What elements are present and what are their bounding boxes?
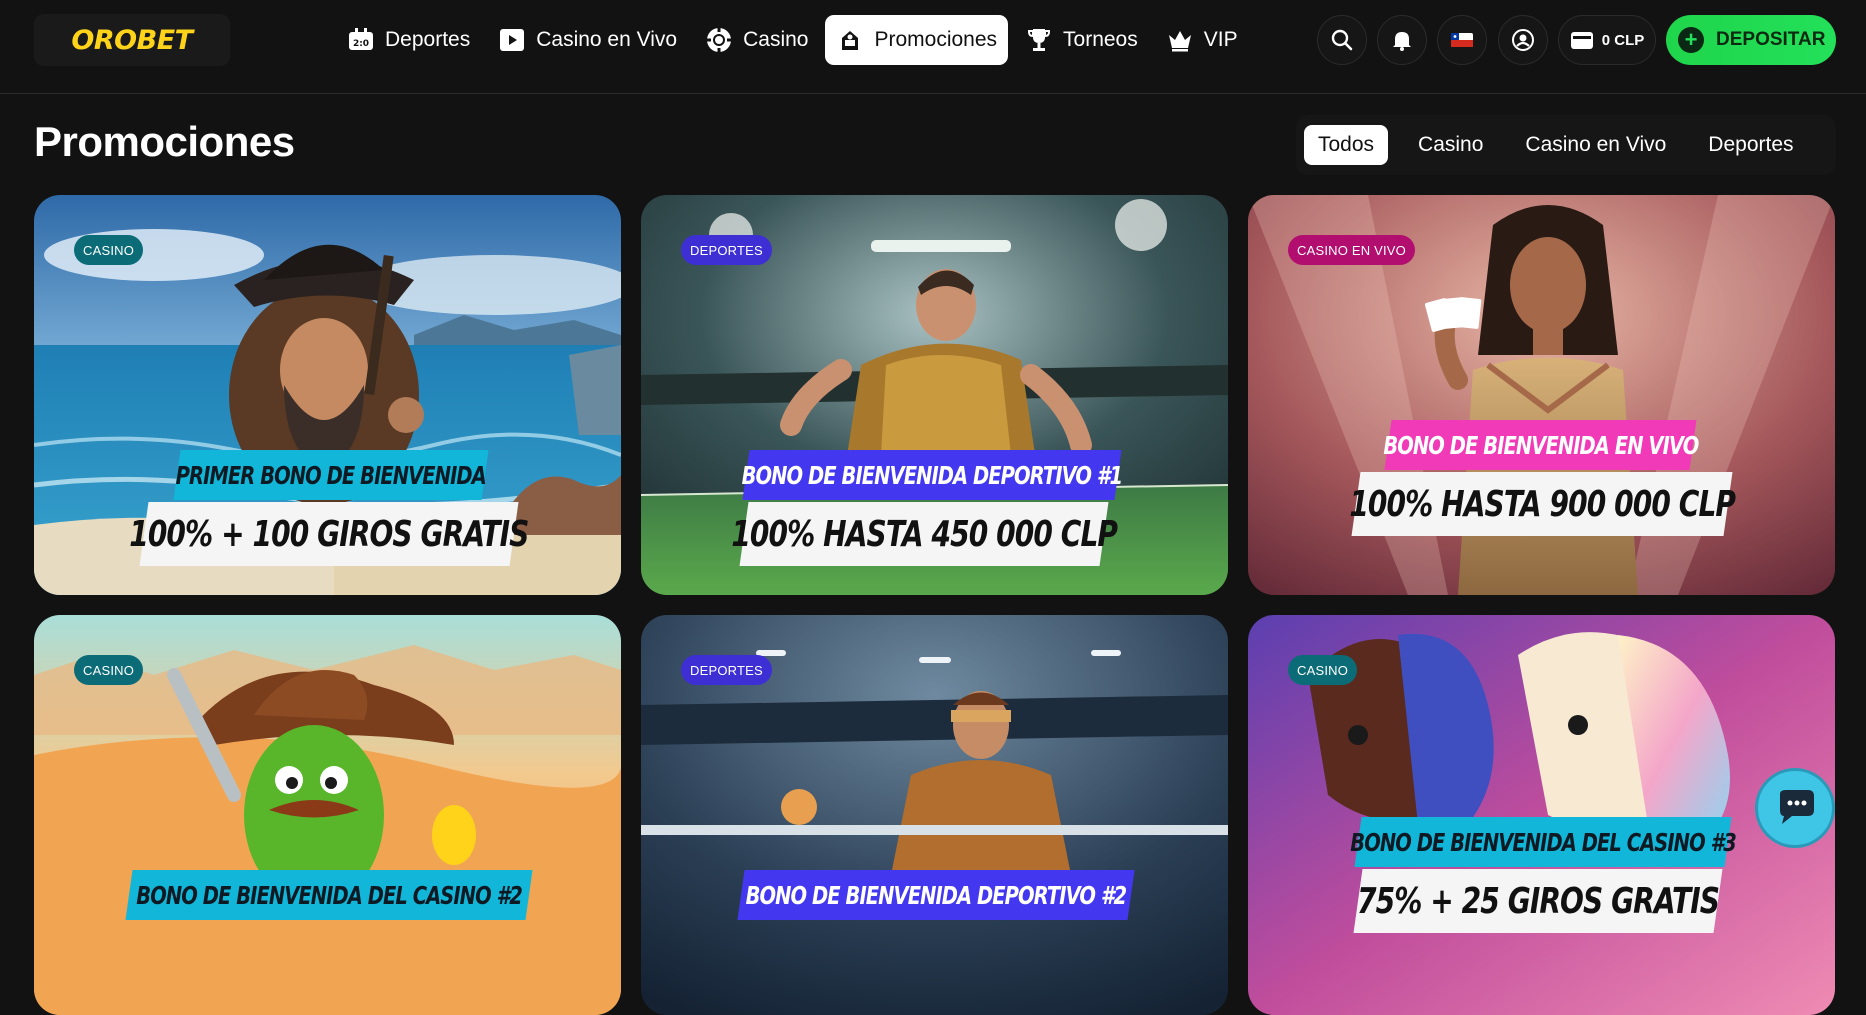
- promo-subtitle-banner: BONO DE BIENVENIDA DEPORTIVO #2: [737, 870, 1135, 920]
- promo-subtitle-banner: BONO DE BIENVENIDA DEL CASINO #3: [1350, 817, 1736, 867]
- language-button[interactable]: [1437, 15, 1487, 65]
- promo-title: 100% + 100 GIROS GRATIS: [129, 513, 529, 555]
- orobet-logo[interactable]: OROBET: [71, 25, 193, 56]
- promo-title-banner: 75% + 25 GIROS GRATIS: [1353, 869, 1723, 933]
- category-badge: CASINO EN VIVO: [1288, 235, 1415, 265]
- promo-subtitle: PRIMER BONO DE BIENVENIDA: [175, 460, 487, 490]
- nav-item-deportes[interactable]: 2:0 Deportes: [336, 15, 481, 65]
- nav-label: Promociones: [874, 28, 998, 51]
- promo-title-banner: 100% HASTA 450 000 CLP: [731, 502, 1117, 566]
- play-icon: [500, 29, 525, 51]
- logo-container[interactable]: OROBET: [34, 14, 230, 66]
- filter-deportes[interactable]: Deportes: [1694, 125, 1807, 165]
- promo-title: 100% HASTA 900 000 CLP: [1349, 483, 1735, 525]
- nav-item-casino-en-vivo[interactable]: Casino en Vivo: [487, 15, 688, 65]
- crown-icon: [1168, 31, 1191, 52]
- notifications-button[interactable]: [1377, 15, 1427, 65]
- nav-item-vip[interactable]: VIP: [1155, 15, 1249, 65]
- category-badge: DEPORTES: [681, 235, 772, 265]
- nav-label: Casino en Vivo: [536, 28, 678, 51]
- nav-label: Deportes: [385, 28, 471, 51]
- promo-card[interactable]: DEPORTES BONO DE BIENVENIDA DEPORTIVO #2: [641, 615, 1228, 1015]
- category-badge: CASINO: [74, 655, 144, 685]
- promo-card[interactable]: CASINO EN VIVO BONO DE BIENVENIDA EN VIV…: [1248, 195, 1835, 595]
- profile-button[interactable]: [1498, 15, 1548, 65]
- promo-subtitle: BONO DE BIENVENIDA EN VIVO: [1383, 430, 1699, 460]
- chile-flag-icon: [1451, 33, 1473, 47]
- balance-display[interactable]: 0 CLP: [1558, 15, 1656, 65]
- search-button[interactable]: [1317, 15, 1367, 65]
- promo-title-banner: 100% + 100 GIROS GRATIS: [129, 502, 529, 566]
- promo-subtitle-banner: BONO DE BIENVENIDA EN VIVO: [1383, 420, 1699, 470]
- nav-item-casino[interactable]: Casino: [694, 15, 819, 65]
- promo-subtitle: BONO DE BIENVENIDA DEPORTIVO #2: [745, 880, 1127, 910]
- top-navigation-bar: OROBET 2:0 Deportes Casino en Vivo Casin…: [0, 0, 1866, 94]
- live-chat-button[interactable]: [1755, 768, 1835, 848]
- scoreboard-icon: 2:0: [349, 28, 373, 50]
- user-icon: [1512, 29, 1534, 51]
- nav-item-torneos[interactable]: Torneos: [1014, 15, 1149, 65]
- deposit-button[interactable]: + DEPOSITAR: [1666, 15, 1836, 65]
- gift-icon: [842, 31, 859, 50]
- trophy-icon: [1028, 29, 1051, 51]
- category-badge: CASINO: [1288, 655, 1358, 685]
- promo-title: 100% HASTA 450 000 CLP: [731, 513, 1117, 555]
- promo-card[interactable]: DEPORTES BONO DE BIENVENIDA DEPORTIVO #1…: [641, 195, 1228, 595]
- promo-subtitle: BONO DE BIENVENIDA DEL CASINO #3: [1350, 827, 1736, 857]
- casino-chip-icon: [707, 28, 732, 52]
- promo-card[interactable]: CASINO BONO DE BIENVENIDA DEL CASINO #3 …: [1248, 615, 1835, 1015]
- nav-label: Torneos: [1063, 28, 1138, 51]
- filter-casino[interactable]: Casino: [1404, 125, 1497, 165]
- promo-card[interactable]: CASINO BONO DE BIENVENIDA DEL CASINO #2: [34, 615, 621, 1015]
- search-icon: [1331, 29, 1353, 51]
- deposit-label: DEPOSITAR: [1716, 29, 1826, 50]
- main-nav: 2:0 Deportes Casino en Vivo Casino Promo…: [336, 15, 1249, 65]
- promo-subtitle: BONO DE BIENVENIDA DEL CASINO #2: [136, 880, 522, 910]
- promo-card[interactable]: CASINO PRIMER BONO DE BIENVENIDA 100% + …: [34, 195, 621, 595]
- nav-label: VIP: [1203, 28, 1238, 51]
- promo-subtitle-banner: BONO DE BIENVENIDA DEL CASINO #2: [125, 870, 533, 920]
- filter-todos[interactable]: Todos: [1304, 125, 1389, 165]
- nav-label: Casino: [743, 28, 809, 51]
- promo-title-banner: 100% HASTA 900 000 CLP: [1349, 472, 1735, 536]
- wallet-icon: [1570, 32, 1593, 49]
- nav-item-promociones[interactable]: Promociones: [825, 15, 1009, 65]
- promo-title: 75% + 25 GIROS GRATIS: [1356, 880, 1720, 922]
- promo-subtitle-banner: BONO DE BIENVENIDA DEPORTIVO #1: [741, 450, 1123, 500]
- chat-bubble-icon: [1780, 790, 1814, 824]
- promo-subtitle: BONO DE BIENVENIDA DEPORTIVO #1: [741, 460, 1123, 490]
- category-badge: CASINO: [74, 235, 144, 265]
- category-filter-tabs: Todos Casino Casino en Vivo Deportes: [1296, 115, 1836, 175]
- svg-text:2:0: 2:0: [353, 39, 369, 49]
- plus-icon: +: [1678, 27, 1704, 53]
- category-badge: DEPORTES: [681, 655, 772, 685]
- promo-subtitle-banner: PRIMER BONO DE BIENVENIDA: [173, 450, 489, 500]
- bell-icon: [1393, 32, 1411, 51]
- filter-casino-en-vivo[interactable]: Casino en Vivo: [1511, 125, 1680, 165]
- balance-amount: 0 CLP: [1601, 31, 1645, 49]
- page-title: Promociones: [34, 118, 295, 165]
